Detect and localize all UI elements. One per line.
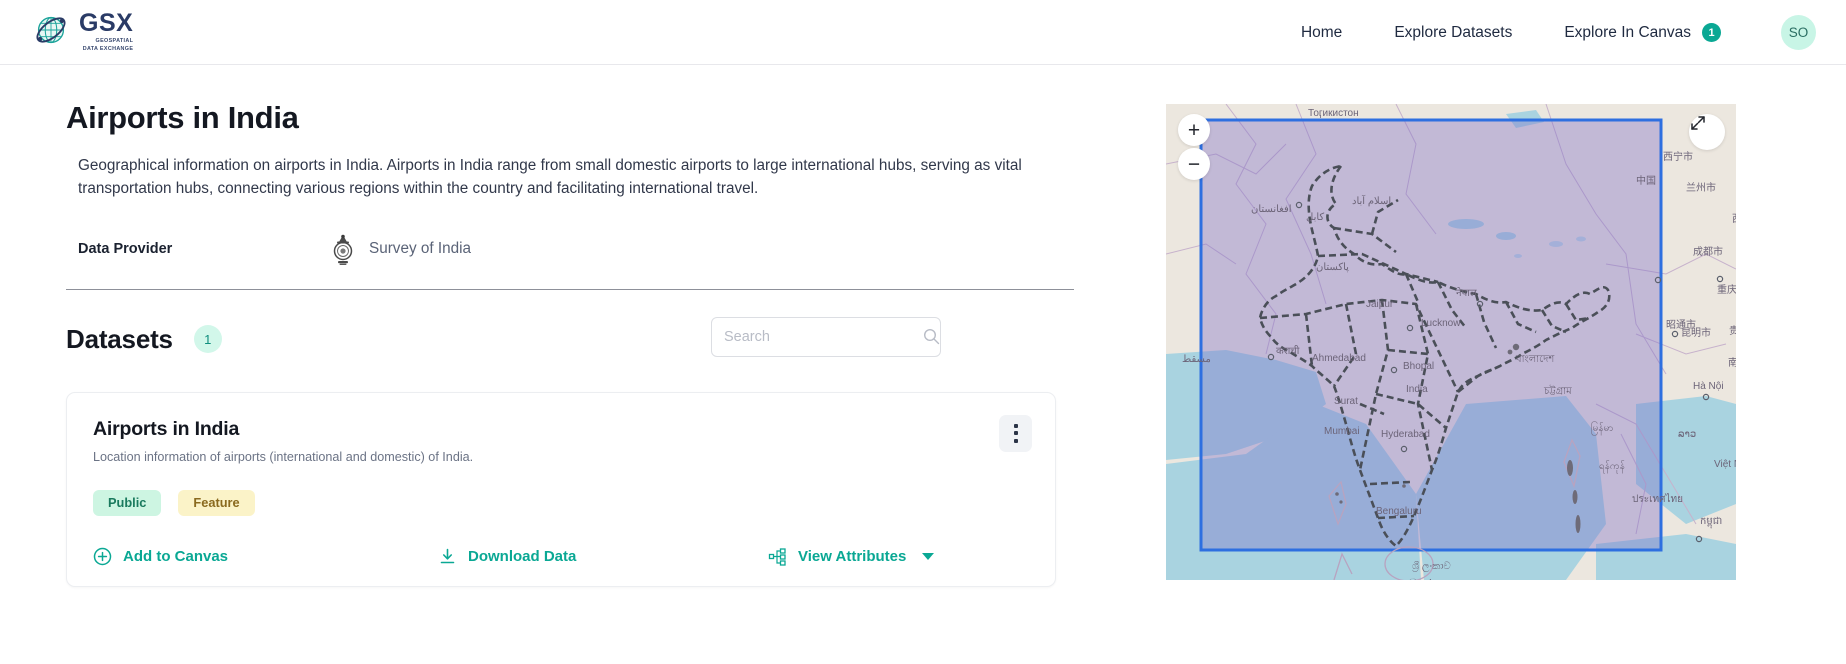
logo-subtitle-line2: DATA EXCHANGE [82, 46, 134, 53]
expand-arrows-icon [1691, 116, 1705, 130]
map-label: India [1406, 384, 1428, 395]
map-label: پاکستان [1316, 262, 1349, 273]
map-zoom-out-label: − [1187, 152, 1201, 176]
map-preview[interactable]: Тоӷикистон افغانستان کابل اسلام آباد پاکستان… [1166, 104, 1736, 580]
status-badge-feature: Feature [178, 489, 255, 516]
datasets-count-badge: 1 [193, 325, 222, 353]
status-badge-public: Public [93, 489, 162, 516]
map-label: مسقط [1182, 354, 1211, 365]
main-navigation: Home Explore Datasets Explore In Canvas … [1275, 0, 1816, 65]
dataset-card-actions: Add to Canvas Download Data View Attribu… [93, 547, 1029, 566]
map-label: ရန်ကုန် [1599, 459, 1625, 474]
map-label: Bhopal [1403, 361, 1434, 372]
nav-item-explore-in-canvas-label: Explore In Canvas [1564, 23, 1691, 41]
data-provider-value[interactable]: Survey of India [328, 232, 471, 266]
datasets-header: Datasets 1 [66, 316, 1074, 357]
search-icon[interactable] [923, 328, 940, 345]
kebab-menu-icon[interactable] [999, 414, 1032, 452]
data-provider-label: Data Provider [78, 240, 173, 257]
logo-text-block: GSX GEOSPATIAL DATA EXCHANGE [79, 8, 133, 53]
nav-item-home-label: Home [1300, 23, 1343, 41]
kebab-dot [1013, 438, 1018, 443]
map-label: ประเทศไทย [1632, 493, 1683, 505]
view-attributes-button[interactable]: View Attributes [768, 547, 935, 566]
map-label: Ahmedabad [1312, 353, 1366, 364]
map-label: চট্টগ্রাম [1543, 385, 1572, 397]
view-attributes-label: View Attributes [798, 547, 907, 565]
map-label: 兰州市 [1686, 181, 1716, 194]
map-label: افغانستان [1251, 204, 1292, 215]
dataset-card[interactable]: Airports in India Location information o… [66, 391, 1056, 587]
map-zoom-in-label: + [1187, 118, 1201, 142]
map-zoom-out-button[interactable]: − [1178, 148, 1210, 180]
map-expand-button[interactable] [1689, 114, 1725, 150]
nav-item-explore-datasets[interactable]: Explore Datasets [1368, 24, 1538, 42]
avatar-initials: SO [1788, 25, 1809, 40]
plus-circle-icon [93, 547, 112, 565]
map-label: Тоӷикистон [1308, 108, 1359, 119]
map-label: 成都市 [1693, 245, 1723, 258]
map-label: 南宁 [1728, 356, 1736, 369]
data-provider-row: Data Provider Survey of India [78, 232, 1076, 266]
app-header: GSX GEOSPATIAL DATA EXCHANGE Home Explor… [0, 0, 1846, 65]
section-divider [66, 288, 1074, 290]
map-label: 重庆市 [1717, 283, 1736, 296]
attributes-hierarchy-icon [768, 547, 786, 566]
map-label: ශ්‍රී ලංකාව [1412, 561, 1451, 572]
map-label: Mumbai [1324, 426, 1360, 437]
chevron-down-icon[interactable] [922, 552, 935, 560]
map-label: 昆明市 [1681, 326, 1711, 339]
map-label: کابل [1306, 212, 1324, 223]
map-label: कराची [1276, 345, 1300, 357]
search-input[interactable] [712, 317, 923, 356]
map-label: বাংলাদেশ [1515, 354, 1555, 365]
kebab-dot [1013, 431, 1018, 435]
survey-of-india-emblem-icon [333, 234, 353, 265]
download-data-button[interactable]: Download Data [438, 547, 768, 566]
map-label: Hyderabad [1381, 429, 1430, 440]
map-label: Jaipur [1366, 299, 1394, 310]
map-label: Bengaluru [1376, 506, 1422, 517]
download-data-label: Download Data [468, 547, 577, 565]
app-logo[interactable]: GSX GEOSPATIAL DATA EXCHANGE [30, 8, 133, 53]
page-title: Airports in India [66, 100, 299, 135]
main-content: Airports in India Geographical informati… [66, 100, 1076, 587]
map-zoom-in-button[interactable]: + [1178, 114, 1210, 146]
map-label: 中国 [1636, 174, 1656, 187]
globe-icon [36, 17, 66, 44]
map-label: 贵阳市 [1729, 324, 1736, 337]
map-label: ລາວ [1678, 429, 1696, 440]
map-label: Lucknow [1421, 318, 1461, 329]
page-description: Geographical information on airports in … [78, 157, 1022, 198]
map-label: 西宁市 [1663, 150, 1693, 163]
map-label: Hà Nội [1693, 381, 1724, 392]
map-label: မြန်မာ [1591, 420, 1613, 436]
map-label: नेपाल [1456, 287, 1477, 299]
canvas-count-badge: 1 [1702, 23, 1721, 42]
map-label: 西 [1732, 214, 1736, 225]
download-icon [440, 548, 455, 563]
nav-item-home[interactable]: Home [1275, 24, 1368, 42]
map-label: இலங்கை [1408, 578, 1451, 580]
dataset-tags: Public Feature [93, 489, 255, 516]
dataset-card-description: Location information of airports (intern… [93, 449, 474, 464]
add-to-canvas-button[interactable]: Add to Canvas [93, 547, 438, 566]
map-label: اسلام آباد [1352, 194, 1391, 207]
nav-item-explore-in-canvas[interactable]: Explore In Canvas 1 [1538, 23, 1747, 42]
search-box[interactable] [711, 316, 941, 357]
avatar[interactable]: SO [1781, 15, 1816, 50]
logo-subtitle-line1: GEOSPATIAL [95, 38, 134, 44]
data-provider-name: Survey of India [369, 239, 472, 257]
map-label: Surat [1334, 396, 1358, 407]
datasets-heading: Datasets [66, 323, 173, 354]
nav-item-explore-datasets-label: Explore Datasets [1394, 23, 1513, 41]
kebab-dot [1013, 423, 1018, 428]
logo-title: GSX [79, 9, 134, 37]
map-canvas: Тоӷикистон افغانستان کابل اسلام آباد پاکستان… [1166, 104, 1736, 580]
dataset-card-title: Airports in India [93, 417, 240, 440]
map-label: Việt Nam [1714, 459, 1736, 470]
add-to-canvas-label: Add to Canvas [123, 547, 229, 565]
